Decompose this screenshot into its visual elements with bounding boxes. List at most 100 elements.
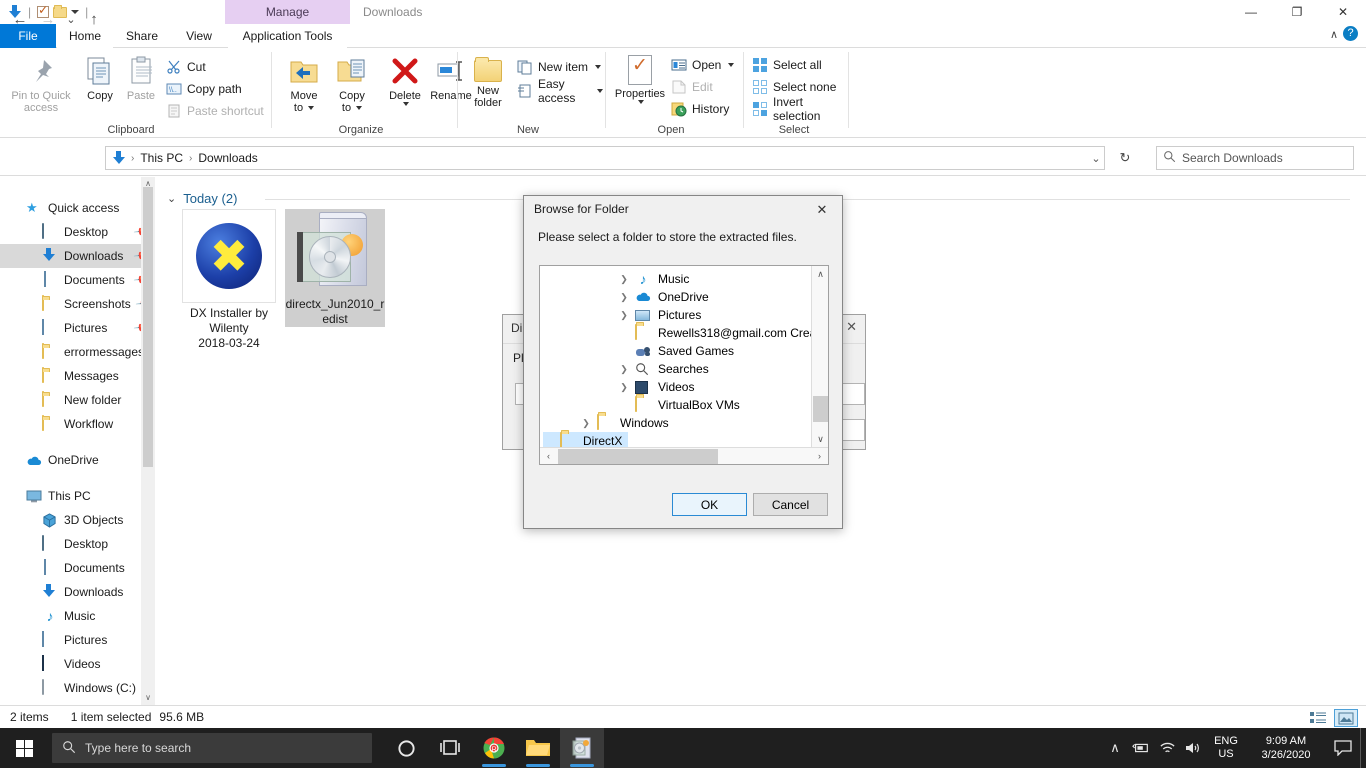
copy-path-button[interactable]: \\.. Copy path: [163, 78, 245, 100]
tree-item-directx[interactable]: ❯ DirectX: [543, 432, 629, 448]
sidebar-item-this-pc-pictures[interactable]: Pictures: [0, 628, 155, 652]
new-folder-button[interactable]: New folder: [463, 52, 513, 120]
show-hidden-icons-icon[interactable]: ∧: [1102, 728, 1128, 768]
navpane-scrollbar[interactable]: ∧ ∨: [141, 177, 155, 705]
back-button[interactable]: ←: [9, 8, 31, 30]
sidebar-item-music[interactable]: ♪ Music: [0, 604, 155, 628]
battery-charging-icon[interactable]: [1128, 728, 1154, 768]
search-box[interactable]: Search Downloads: [1156, 146, 1354, 170]
easy-access-button[interactable]: Easy access: [514, 77, 606, 105]
chevron-right-icon[interactable]: ❯: [618, 364, 630, 375]
edit-button[interactable]: Edit: [668, 76, 716, 98]
tab-share[interactable]: Share: [114, 24, 170, 48]
file-explorer-taskbar-icon[interactable]: [516, 728, 560, 768]
close-button[interactable]: ✕: [1320, 0, 1366, 24]
maximize-button[interactable]: ❐: [1274, 0, 1320, 24]
folder-tree-vertical-scrollbar[interactable]: ∧ ∨: [811, 266, 828, 448]
cut-button[interactable]: Cut: [163, 56, 209, 78]
chevron-right-icon[interactable]: ❯: [618, 292, 630, 303]
clock[interactable]: 9:09 AM 3/26/2020: [1246, 734, 1326, 762]
tree-item-onedrive[interactable]: ❯ OneDrive: [618, 288, 711, 306]
cortana-icon[interactable]: [384, 728, 428, 768]
navpane-scroll-down-icon[interactable]: ∨: [141, 691, 155, 705]
scroll-down-icon[interactable]: ∨: [812, 431, 828, 448]
pin-to-quick-access-button[interactable]: Pin to Quick access: [10, 52, 72, 120]
tree-item-pictures[interactable]: ❯ Pictures: [618, 306, 703, 324]
move-to-button[interactable]: Move to: [280, 52, 328, 120]
wifi-icon[interactable]: [1154, 728, 1180, 768]
large-icons-view-icon[interactable]: [1334, 709, 1358, 727]
history-button[interactable]: History: [668, 98, 732, 120]
show-desktop-button[interactable]: [1360, 728, 1366, 768]
sidebar-item-errormessages[interactable]: errormessages: [0, 340, 155, 364]
tree-item-windows[interactable]: ❯ Windows: [580, 414, 671, 432]
horizontal-scroll-thumb[interactable]: [558, 449, 718, 464]
tree-item-rewells-creative[interactable]: ❯ Rewells318@gmail.com Creative: [618, 324, 812, 342]
language-indicator[interactable]: ENG US: [1206, 735, 1246, 761]
sidebar-item-this-pc-desktop[interactable]: Desktop: [0, 532, 155, 556]
browse-dialog-close-icon[interactable]: ✕: [802, 196, 842, 224]
sidebar-item-workflow[interactable]: Workflow: [0, 412, 155, 436]
minimize-button[interactable]: —: [1228, 0, 1274, 24]
help-icon[interactable]: ?: [1343, 26, 1358, 41]
paste-button[interactable]: Paste: [117, 52, 165, 120]
folder-tree[interactable]: ❯ ♪ Music ❯ OneDrive ❯ Pictures Rewells3…: [539, 265, 829, 465]
address-dropdown-chevron-down-icon[interactable]: ⌄: [1085, 146, 1107, 170]
chevron-right-icon[interactable]: ❯: [618, 310, 630, 321]
tree-item-saved-games[interactable]: ❯ Saved Games: [618, 342, 736, 360]
chevron-right-icon[interactable]: ❯: [618, 382, 630, 393]
tree-item-music[interactable]: ❯ ♪ Music: [618, 270, 691, 288]
copy-to-button[interactable]: Copy to: [328, 52, 376, 120]
recent-locations-button[interactable]: ⌄: [63, 8, 79, 30]
vertical-scroll-thumb[interactable]: [813, 396, 828, 422]
task-view-icon[interactable]: [428, 728, 472, 768]
tree-item-videos[interactable]: ❯ Videos: [618, 378, 696, 396]
ribbon-collapse-button[interactable]: ∧: [1330, 28, 1338, 41]
tab-application-tools[interactable]: Application Tools: [228, 24, 347, 48]
new-item-button[interactable]: New item: [514, 56, 604, 78]
scroll-left-icon[interactable]: ‹: [540, 448, 557, 464]
sidebar-item-pictures[interactable]: Pictures 📌: [0, 316, 155, 340]
sidebar-item-onedrive[interactable]: OneDrive: [0, 448, 155, 472]
sidebar-item-videos[interactable]: Videos: [0, 652, 155, 676]
cancel-button[interactable]: Cancel: [753, 493, 828, 516]
navpane-scroll-thumb[interactable]: [143, 187, 153, 467]
tree-item-virtualbox-vms[interactable]: ❯ VirtualBox VMs: [618, 396, 742, 414]
file-item-dx-installer[interactable]: ✖ DX Installer by Wilenty 2018-03-24: [179, 209, 279, 351]
select-all-button[interactable]: Select all: [749, 54, 825, 76]
invert-selection-button[interactable]: Invert selection: [749, 95, 849, 123]
chevron-down-icon[interactable]: ⌄: [167, 192, 176, 205]
folder-tree-horizontal-scrollbar[interactable]: ‹ ›: [540, 447, 828, 464]
breadcrumb-item-this-pc[interactable]: This PC: [136, 150, 187, 166]
open-button[interactable]: Open: [668, 54, 737, 76]
breadcrumb[interactable]: › This PC › Downloads: [105, 146, 1105, 170]
up-button[interactable]: ↑: [83, 8, 105, 30]
chevron-right-icon[interactable]: ❯: [580, 418, 592, 429]
sidebar-item-this-pc-documents[interactable]: Documents: [0, 556, 155, 580]
sidebar-item-this-pc[interactable]: This PC: [0, 484, 155, 508]
navpane-header-quick-access[interactable]: ★ Quick access: [0, 196, 155, 220]
tab-view[interactable]: View: [171, 24, 227, 48]
sidebar-item-desktop[interactable]: Desktop 📌: [0, 220, 155, 244]
chrome-taskbar-icon[interactable]: R: [472, 728, 516, 768]
refresh-button[interactable]: ↻: [1112, 146, 1138, 170]
forward-button[interactable]: →: [37, 8, 59, 30]
sidebar-item-downloads[interactable]: Downloads 📌: [0, 244, 155, 268]
group-header-today[interactable]: ⌄ Today (2): [167, 191, 237, 206]
sidebar-item-documents[interactable]: Documents 📌: [0, 268, 155, 292]
volume-icon[interactable]: [1180, 728, 1206, 768]
chevron-right-icon[interactable]: ❯: [618, 274, 630, 285]
sidebar-item-new-folder[interactable]: New folder: [0, 388, 155, 412]
taskbar-search-box[interactable]: Type here to search: [52, 733, 372, 763]
ok-button[interactable]: OK: [672, 493, 747, 516]
breadcrumb-item-downloads[interactable]: Downloads: [194, 150, 261, 166]
background-dialog-close-icon[interactable]: ✕: [846, 319, 857, 335]
sidebar-item-screenshots[interactable]: Screenshots 📌: [0, 292, 155, 316]
action-center-icon[interactable]: [1326, 728, 1360, 768]
sidebar-item-windows-c[interactable]: Windows (C:): [0, 676, 155, 700]
sidebar-item-messages[interactable]: Messages: [0, 364, 155, 388]
paste-shortcut-button[interactable]: Paste shortcut: [163, 100, 267, 122]
scroll-up-icon[interactable]: ∧: [812, 266, 828, 283]
directx-installer-taskbar-icon[interactable]: [560, 728, 604, 768]
properties-button[interactable]: Properties: [611, 52, 669, 120]
